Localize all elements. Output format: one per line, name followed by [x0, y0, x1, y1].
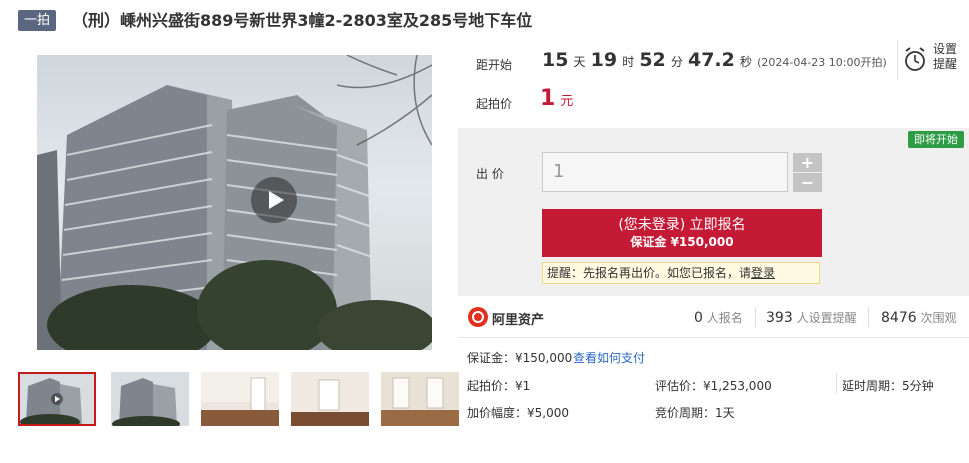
view-count-label: 次围观 [920, 311, 957, 325]
countdown-timer: 15 天 19 时 52 分 47.2 秒 (2024-04-23 10:00开… [542, 49, 887, 71]
alarm-clock-icon [905, 47, 925, 71]
play-video-button[interactable] [251, 177, 297, 223]
auction-round-badge: 一拍 [18, 10, 56, 31]
divider [897, 40, 898, 80]
thumbnail-image [111, 372, 189, 426]
thumbnail-4[interactable] [291, 372, 369, 426]
countdown-days-unit: 天 [573, 55, 586, 69]
countdown-days: 15 [542, 49, 569, 71]
login-link[interactable]: 登录 [751, 266, 775, 280]
start-time-note: (2024-04-23 10:00开拍) [757, 56, 887, 69]
increase-bid-button[interactable]: + [793, 153, 822, 172]
thumbnail-image [20, 374, 94, 424]
status-badge: 即将开始 [908, 131, 964, 148]
thumbnail-3[interactable] [201, 372, 279, 426]
countdown-hours-unit: 时 [622, 55, 635, 69]
countdown-minutes: 52 [639, 49, 666, 71]
ali-assets-logo-icon [468, 307, 488, 327]
main-photo[interactable] [37, 55, 432, 350]
start-price-unit: 元 [560, 94, 574, 109]
how-to-pay-link[interactable]: 查看如何支付 [573, 349, 645, 366]
reminder-count: 393 人设置提醒 [766, 309, 857, 326]
signup-count: 0 人报名 [694, 309, 743, 326]
countdown-hours: 19 [590, 49, 618, 71]
deposit-info: 保证金：¥150,000 [467, 351, 573, 365]
reminder-label-2: 提醒 [933, 57, 958, 71]
play-icon [269, 191, 284, 209]
thumbnail-image [291, 372, 369, 426]
bidding-cycle-info: 竞价周期：1天 [655, 406, 735, 420]
thumbnail-5[interactable] [381, 372, 459, 426]
divider [868, 307, 869, 327]
reminder-count-value: 393 [766, 310, 793, 326]
reminder-count-label: 人设置提醒 [796, 311, 857, 325]
signup-count-label: 人报名 [706, 311, 743, 325]
countdown-minutes-unit: 分 [670, 55, 683, 69]
thumbnail-1[interactable] [18, 372, 96, 426]
page-title: （刑）嵊州兴盛街889号新世界3幢2-2803室及285号地下车位 [72, 11, 533, 30]
bid-label: 出 价 [476, 167, 504, 181]
signup-count-value: 0 [694, 310, 703, 326]
divider [836, 373, 837, 393]
delay-cycle-info: 延时周期：5分钟 [842, 379, 934, 393]
building-illustration [37, 55, 432, 350]
appraisal-info: 评估价：¥1,253,000 [655, 379, 772, 393]
divider [755, 307, 756, 327]
countdown-seconds-unit: 秒 [739, 55, 752, 69]
view-count-value: 8476 [881, 310, 917, 326]
signup-button-label: (您未登录) 立即报名 [618, 217, 746, 233]
tip-text: 提醒：先报名再出价。如您已报名，请 [547, 266, 752, 280]
increment-info: 加价幅度：¥5,000 [467, 406, 569, 420]
thumbnail-2[interactable] [111, 372, 189, 426]
signup-button[interactable]: (您未登录) 立即报名 保证金 ¥150,000 [542, 209, 822, 257]
decrease-bid-button[interactable]: − [793, 173, 822, 192]
bid-amount-input[interactable]: 1 [542, 152, 788, 192]
start-price-info: 起拍价：¥1 [467, 379, 531, 393]
platform-name: 阿里资产 [492, 313, 545, 328]
start-price: 1 元 [540, 86, 573, 111]
start-price-label: 起拍价 [476, 97, 513, 111]
countdown-label: 距开始 [476, 58, 513, 72]
reminder-label-1: 设置 [933, 42, 958, 56]
view-count: 8476 次围观 [881, 309, 956, 326]
countdown-seconds: 47.2 [687, 49, 735, 71]
start-price-value: 1 [540, 86, 556, 111]
thumbnail-image [381, 372, 459, 426]
set-reminder-button[interactable]: 设置 提醒 [903, 42, 965, 76]
divider [458, 337, 969, 338]
thumbnail-image [201, 372, 279, 426]
login-tip: 提醒：先报名再出价。如您已报名，请登录 [542, 262, 820, 284]
signup-deposit-label: 保证金 ¥150,000 [630, 235, 734, 249]
